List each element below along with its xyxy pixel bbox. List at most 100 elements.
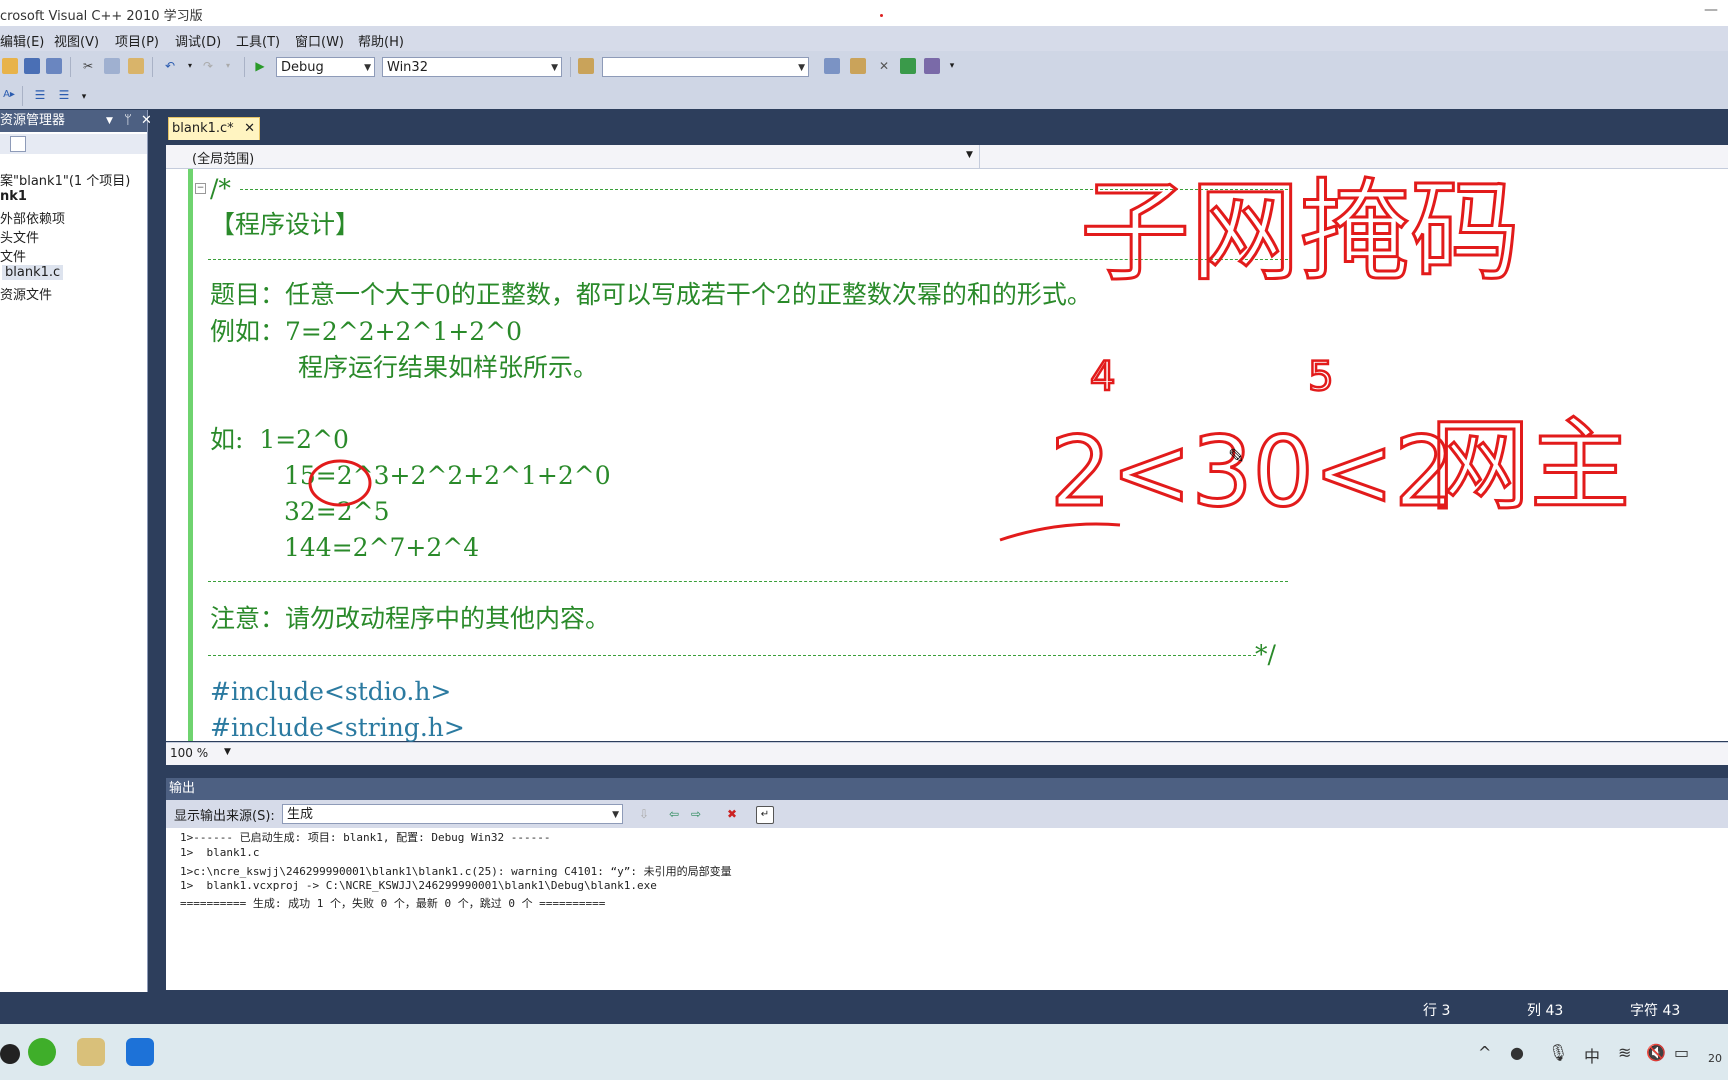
annotation-title: 子网掩码: [1080, 168, 1520, 296]
menu-edit[interactable]: 编辑(E): [0, 31, 44, 50]
menu-window[interactable]: 窗口(W): [295, 31, 344, 50]
tab-blank1-c[interactable]: blank1.c* ✕: [168, 117, 260, 140]
document-tab-strip: [150, 110, 1728, 140]
chevron-down-icon[interactable]: ▼: [224, 747, 231, 757]
dropdown-icon[interactable]: ▼: [106, 110, 113, 132]
undo-dropdown-icon[interactable]: ▾: [182, 58, 198, 74]
font-icon[interactable]: A▸: [0, 87, 18, 103]
annotation-expression: 2<30<2: [1050, 416, 1455, 528]
code-comment-end: */: [1255, 640, 1276, 669]
open-icon[interactable]: [2, 58, 18, 74]
toolbar-overflow-icon[interactable]: ▾: [944, 58, 960, 74]
toolbox-icon[interactable]: ✕: [876, 58, 892, 74]
output-source-value: 生成: [287, 807, 314, 822]
toolbar-overflow-icon[interactable]: ▾: [76, 89, 92, 105]
output-title: 输出: [169, 781, 196, 796]
visual-studio-app-icon[interactable]: [77, 1038, 105, 1066]
config-combo[interactable]: Debug ▼: [276, 57, 375, 77]
tree-header-files[interactable]: 头文件: [0, 227, 39, 246]
title-bar: crosoft Visual C++ 2010 学习版 —: [0, 0, 1728, 27]
volume-mute-icon[interactable]: 🔇: [1646, 1043, 1666, 1062]
wy-app-icon[interactable]: [28, 1038, 56, 1066]
clock[interactable]: 20: [1708, 1052, 1722, 1065]
status-line: 行 3: [1423, 1003, 1451, 1019]
output-line-4: 1> blank1.vcxproj -> C:\NCRE_KSWJJ\24629…: [180, 879, 657, 892]
code-comment-start: /*: [210, 174, 231, 203]
collapse-icon[interactable]: −: [195, 183, 206, 194]
find-combo[interactable]: ▼: [602, 57, 809, 77]
tree-solution[interactable]: 案"blank1"(1 个项目): [0, 170, 130, 189]
output-line-2: 1> blank1.c: [180, 846, 260, 859]
editor-zoom-bar: 100 % ▼: [166, 742, 1728, 765]
find-in-files-icon[interactable]: [578, 58, 594, 74]
chevron-up-icon[interactable]: ^: [1478, 1043, 1491, 1062]
cut-icon[interactable]: ✂: [80, 58, 96, 74]
network-app-icon[interactable]: ●: [1510, 1043, 1524, 1062]
minimize-icon[interactable]: —: [1704, 2, 1718, 18]
paste-icon[interactable]: [128, 58, 144, 74]
platform-combo[interactable]: Win32 ▼: [382, 57, 562, 77]
platform-value: Win32: [387, 60, 428, 75]
wifi-icon[interactable]: ≋: [1618, 1043, 1631, 1062]
next-message-icon[interactable]: ⇨: [688, 806, 704, 822]
change-tracking-bar: [188, 169, 193, 741]
save-icon[interactable]: [24, 58, 40, 74]
ime-indicator[interactable]: 中: [1584, 1043, 1600, 1067]
menu-tools[interactable]: 工具(T): [236, 31, 280, 50]
pen-circle-layer: [308, 459, 372, 507]
code-problem: 题目：任意一个大于0的正整数，都可以写成若干个2的正整数次幂的和的形式。: [210, 280, 1092, 309]
tree-blank1-c[interactable]: blank1.c: [2, 265, 64, 280]
output-source-label: 显示输出来源(S):: [174, 809, 275, 824]
output-line-1: 1>------ 已启动生成: 项目: blank1, 配置: Debug Wi…: [180, 831, 551, 844]
word-wrap-icon[interactable]: ↵: [756, 806, 774, 824]
status-bar: 行 3 列 43 字符 43: [0, 992, 1728, 1024]
output-source-combo[interactable]: 生成 ▼: [282, 804, 623, 824]
battery-icon[interactable]: ▭: [1674, 1043, 1689, 1062]
annotation-digits: 4 5: [1090, 354, 1334, 400]
menu-view[interactable]: 视图(V): [54, 31, 99, 50]
window-title: crosoft Visual C++ 2010 学习版: [0, 9, 203, 24]
tree-external-deps[interactable]: 外部依赖项: [0, 208, 65, 227]
save-all-icon[interactable]: [46, 58, 62, 74]
close-icon[interactable]: ✕: [244, 118, 255, 140]
annotation-circle: [308, 459, 372, 507]
zoom-value[interactable]: 100 %: [170, 746, 208, 760]
copy-icon[interactable]: [104, 58, 120, 74]
menu-project[interactable]: 项目(P): [115, 31, 159, 50]
tree-source-files[interactable]: 文件: [0, 246, 26, 265]
prev-message-icon[interactable]: ⇦: [666, 806, 682, 822]
taskbar: [0, 1024, 1728, 1080]
solution-explorer-icon[interactable]: [824, 58, 840, 74]
pen-annotation-layer: 子网掩码 4 5 2<30<2 网主: [999, 167, 1632, 542]
menu-help[interactable]: 帮助(H): [358, 31, 404, 50]
whiteboard-app-icon[interactable]: [126, 1038, 154, 1066]
status-char: 字符 43: [1630, 1003, 1681, 1019]
redo-icon[interactable]: ↷: [200, 58, 216, 74]
tree-project[interactable]: nk1: [0, 189, 27, 204]
code-notice: 注意：请勿改动程序中的其他内容。: [210, 604, 611, 633]
scope-combo[interactable]: (全局范围) ▼: [166, 146, 979, 167]
tab-label: blank1.c*: [172, 121, 234, 136]
screen-recorder-icon[interactable]: [0, 1044, 20, 1064]
properties-icon[interactable]: [850, 58, 866, 74]
start-debug-icon[interactable]: ▶: [252, 58, 268, 74]
annotation-suffix: 网主: [1430, 407, 1630, 524]
uncomment-lines-icon[interactable]: ☰: [56, 87, 72, 103]
microphone-icon[interactable]: 🎙: [1548, 1043, 1568, 1062]
editor-gutter: −: [166, 169, 206, 741]
solution-explorer-title: 资源管理器: [0, 113, 66, 128]
redo-dropdown-icon[interactable]: ▾: [220, 58, 236, 74]
extension-icon[interactable]: [924, 58, 940, 74]
clear-all-icon[interactable]: ✖: [724, 806, 740, 822]
code-include-stdio: #include<stdio.h>: [210, 677, 452, 706]
go-to-message-icon[interactable]: ⇩: [636, 806, 652, 822]
undo-icon[interactable]: ↶: [162, 58, 178, 74]
chevron-down-icon: ▼: [364, 63, 371, 73]
start-page-icon[interactable]: [900, 58, 916, 74]
properties-icon[interactable]: [10, 136, 26, 152]
pin-icon[interactable]: ᛘ: [124, 110, 132, 132]
tree-resource-files[interactable]: 资源文件: [0, 284, 52, 303]
comment-lines-icon[interactable]: ☰: [32, 87, 48, 103]
menu-debug[interactable]: 调试(D): [175, 31, 221, 50]
config-value: Debug: [281, 60, 324, 75]
